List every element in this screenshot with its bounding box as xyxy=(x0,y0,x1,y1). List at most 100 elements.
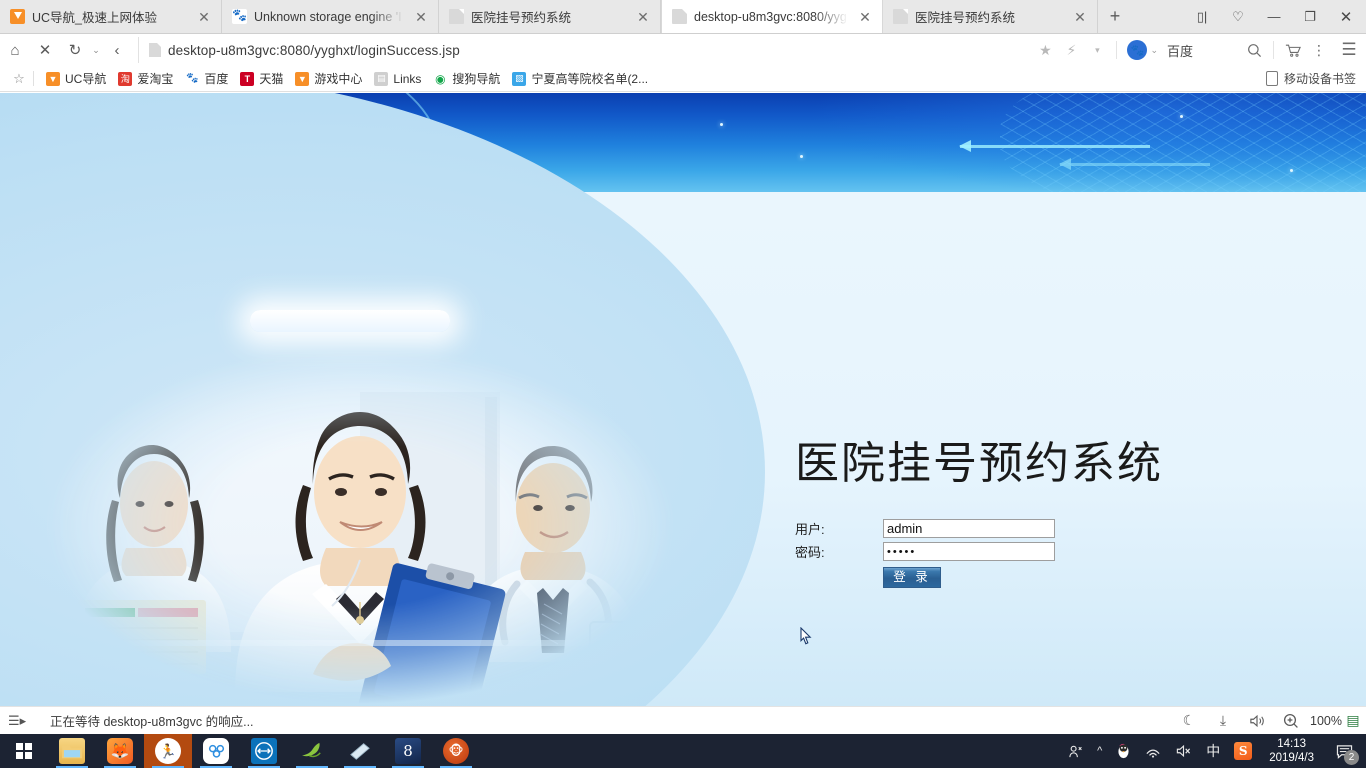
sogou-input-icon[interactable]: S xyxy=(1227,742,1259,760)
start-button[interactable] xyxy=(0,734,48,768)
navicat-icon: 8 xyxy=(395,738,421,764)
collect-icon[interactable]: ♡ xyxy=(1220,2,1256,32)
night-mode-icon[interactable]: ☾ xyxy=(1172,708,1206,734)
file-explorer-icon xyxy=(59,738,85,764)
chevron-down-icon[interactable]: ⌄ xyxy=(1150,45,1158,56)
tab-close-icon[interactable]: ✕ xyxy=(193,6,215,28)
notification-count-badge: 2 xyxy=(1344,750,1359,765)
taskbar-clock[interactable]: 14:13 2019/4/3 xyxy=(1259,737,1324,765)
page-content: 拖拽上传 xyxy=(0,93,1366,706)
volume-muted-icon[interactable] xyxy=(1168,744,1199,758)
bookmark-game-center[interactable]: ▼ 游戏中心 xyxy=(289,70,368,87)
split-screen-icon[interactable]: ▯| xyxy=(1184,2,1220,32)
mobile-bookmarks-label: 移动设备书签 xyxy=(1283,72,1356,86)
back-icon[interactable]: ‹ xyxy=(102,35,132,65)
windows-taskbar: 🦊 🏃 8 🐵 ^ 中 S 14:13 2019/4/3 2 xyxy=(0,734,1366,768)
bookmark-label: UC导航 xyxy=(65,72,107,86)
taskbar-mysql-workbench[interactable] xyxy=(288,734,336,768)
tab-label: Unknown storage engine 'I xyxy=(254,9,402,24)
taskbar-teamviewer[interactable] xyxy=(240,734,288,768)
browser-window: UC导航_极速上网体验 ✕ Unknown storage engine 'I … xyxy=(0,0,1366,734)
lightning-icon[interactable]: ⚡ xyxy=(1058,35,1084,65)
search-engine-selector[interactable]: 🐾 ⌄ 百度 xyxy=(1123,35,1241,65)
tab-close-icon[interactable]: ✕ xyxy=(632,6,654,28)
bookmark-label: Links xyxy=(393,71,422,86)
tab-close-icon[interactable]: ✕ xyxy=(1069,6,1091,28)
login-button[interactable]: 登 录 xyxy=(883,567,941,588)
taskbar-app-orange[interactable]: 🐵 xyxy=(432,734,480,768)
taskbar-kk-recorder[interactable]: 🏃 xyxy=(144,734,192,768)
ime-language-icon[interactable]: 中 xyxy=(1199,741,1227,761)
maximize-button[interactable]: ❐ xyxy=(1292,2,1328,32)
chevron-up-icon[interactable]: ^ xyxy=(1090,745,1109,757)
username-input[interactable] xyxy=(883,519,1055,538)
page-icon xyxy=(672,9,687,24)
cart-icon[interactable] xyxy=(1280,35,1306,65)
zoom-icon[interactable] xyxy=(1274,708,1308,734)
page-icon xyxy=(893,9,908,24)
refresh-chevron-icon[interactable]: ⌄ xyxy=(90,35,102,65)
taskbar-notepad[interactable] xyxy=(336,734,384,768)
notepad-icon xyxy=(347,738,373,764)
more-options-icon[interactable]: ⋮ xyxy=(1306,35,1332,65)
bookmark-aitaobao[interactable]: 淘 爱淘宝 xyxy=(112,70,179,87)
tab-label: desktop-u8m3gvc:8080/yyg xyxy=(694,9,847,24)
tab-label: 医院挂号预约系统 xyxy=(471,11,572,25)
new-tab-button[interactable]: + xyxy=(1098,0,1132,33)
refresh-icon[interactable]: ↻ xyxy=(60,35,90,65)
password-input[interactable] xyxy=(883,542,1055,561)
bookmark-baidu[interactable]: 🐾 百度 xyxy=(179,70,234,87)
mobile-device-icon xyxy=(1265,71,1278,86)
bookmark-sogou-navigation[interactable]: ◉ 搜狗导航 xyxy=(427,70,506,87)
windows-logo-icon xyxy=(16,743,32,759)
caret-down-icon[interactable]: ▾ xyxy=(1084,35,1110,65)
taskbar-file-explorer[interactable] xyxy=(48,734,96,768)
mobile-bookmarks-button[interactable]: 移动设备书签 xyxy=(1265,70,1366,87)
search-icon[interactable] xyxy=(1241,35,1267,65)
uc-navigation-icon: ▼ xyxy=(295,71,310,86)
taskbar-navicat[interactable]: 8 xyxy=(384,734,432,768)
address-bar[interactable]: desktop-u8m3gvc:8080/yyghxt/loginSuccess… xyxy=(138,37,1026,63)
bookmark-uc-navigation[interactable]: ▼ UC导航 xyxy=(40,70,112,87)
address-bar-actions: ★ ⚡ ▾ 🐾 ⌄ 百度 ⋮ ☰ xyxy=(1032,34,1366,66)
browser-tab-1[interactable]: UC导航_极速上网体验 ✕ xyxy=(0,0,222,33)
notification-center-button[interactable]: 2 xyxy=(1324,734,1364,768)
search-engine-label: 百度 xyxy=(1166,43,1193,59)
browser-tab-5[interactable]: 医院挂号预约系统 ✕ xyxy=(883,0,1098,33)
browser-tab-4-active[interactable]: desktop-u8m3gvc:8080/yyg ✕ xyxy=(661,0,883,33)
browser-tab-3[interactable]: 医院挂号预约系统 ✕ xyxy=(439,0,661,33)
bookmark-label: 宁夏高等院校名单(2... xyxy=(531,72,649,86)
close-window-button[interactable]: ✕ xyxy=(1328,2,1364,32)
status-text: 正在等待 desktop-u8m3gvc 的响应... xyxy=(50,715,254,729)
bookmark-ningxia-colleges[interactable]: ▨ 宁夏高等院校名单(2... xyxy=(506,70,654,87)
sogou-icon: ◉ xyxy=(433,71,448,86)
status-menu-icon[interactable]: ☰▸ xyxy=(8,713,32,729)
bookmark-star-icon[interactable]: ★ xyxy=(1032,35,1058,65)
taobao-icon: 淘 xyxy=(118,71,133,86)
page-body: 医院挂号预约系统 用户: 密码: 登 录 录制工具 KK 录 xyxy=(0,93,1366,706)
browser-status-bar: ☰▸ 正在等待 desktop-u8m3gvc 的响应... ☾ ⤓ 100% … xyxy=(0,706,1366,734)
bookmark-star-icon[interactable]: ☆ xyxy=(8,71,30,87)
taskbar-360-cloud[interactable] xyxy=(192,734,240,768)
tab-close-icon[interactable]: ✕ xyxy=(410,6,432,28)
network-icon[interactable] xyxy=(1138,744,1168,758)
cloud-disk-icon xyxy=(203,738,229,764)
login-panel: 医院挂号预约系统 用户: 密码: 登 录 xyxy=(795,427,1215,588)
folder-icon: ▤ xyxy=(374,71,389,86)
menu-icon[interactable]: ☰ xyxy=(1332,35,1366,65)
stop-icon[interactable]: ✕ xyxy=(30,35,60,65)
minimize-button[interactable]: — xyxy=(1256,2,1292,32)
people-icon[interactable] xyxy=(1061,744,1090,759)
sound-icon[interactable] xyxy=(1240,708,1274,734)
tab-close-icon[interactable]: ✕ xyxy=(854,6,876,28)
bookmark-links[interactable]: ▤ Links xyxy=(368,71,427,86)
doctors-photo xyxy=(30,352,690,706)
bookmark-tmall[interactable]: T 天猫 xyxy=(234,70,289,87)
browser-tab-2[interactable]: Unknown storage engine 'I ✕ xyxy=(222,0,439,33)
window-controls: ▯| ♡ — ❐ ✕ xyxy=(1184,0,1366,33)
home-icon[interactable]: ⌂ xyxy=(0,35,30,65)
status-extension-icon[interactable]: ▤ xyxy=(1346,708,1360,734)
taskbar-uc-browser[interactable]: 🦊 xyxy=(96,734,144,768)
qq-icon[interactable] xyxy=(1109,743,1138,760)
download-icon[interactable]: ⤓ xyxy=(1206,708,1240,734)
